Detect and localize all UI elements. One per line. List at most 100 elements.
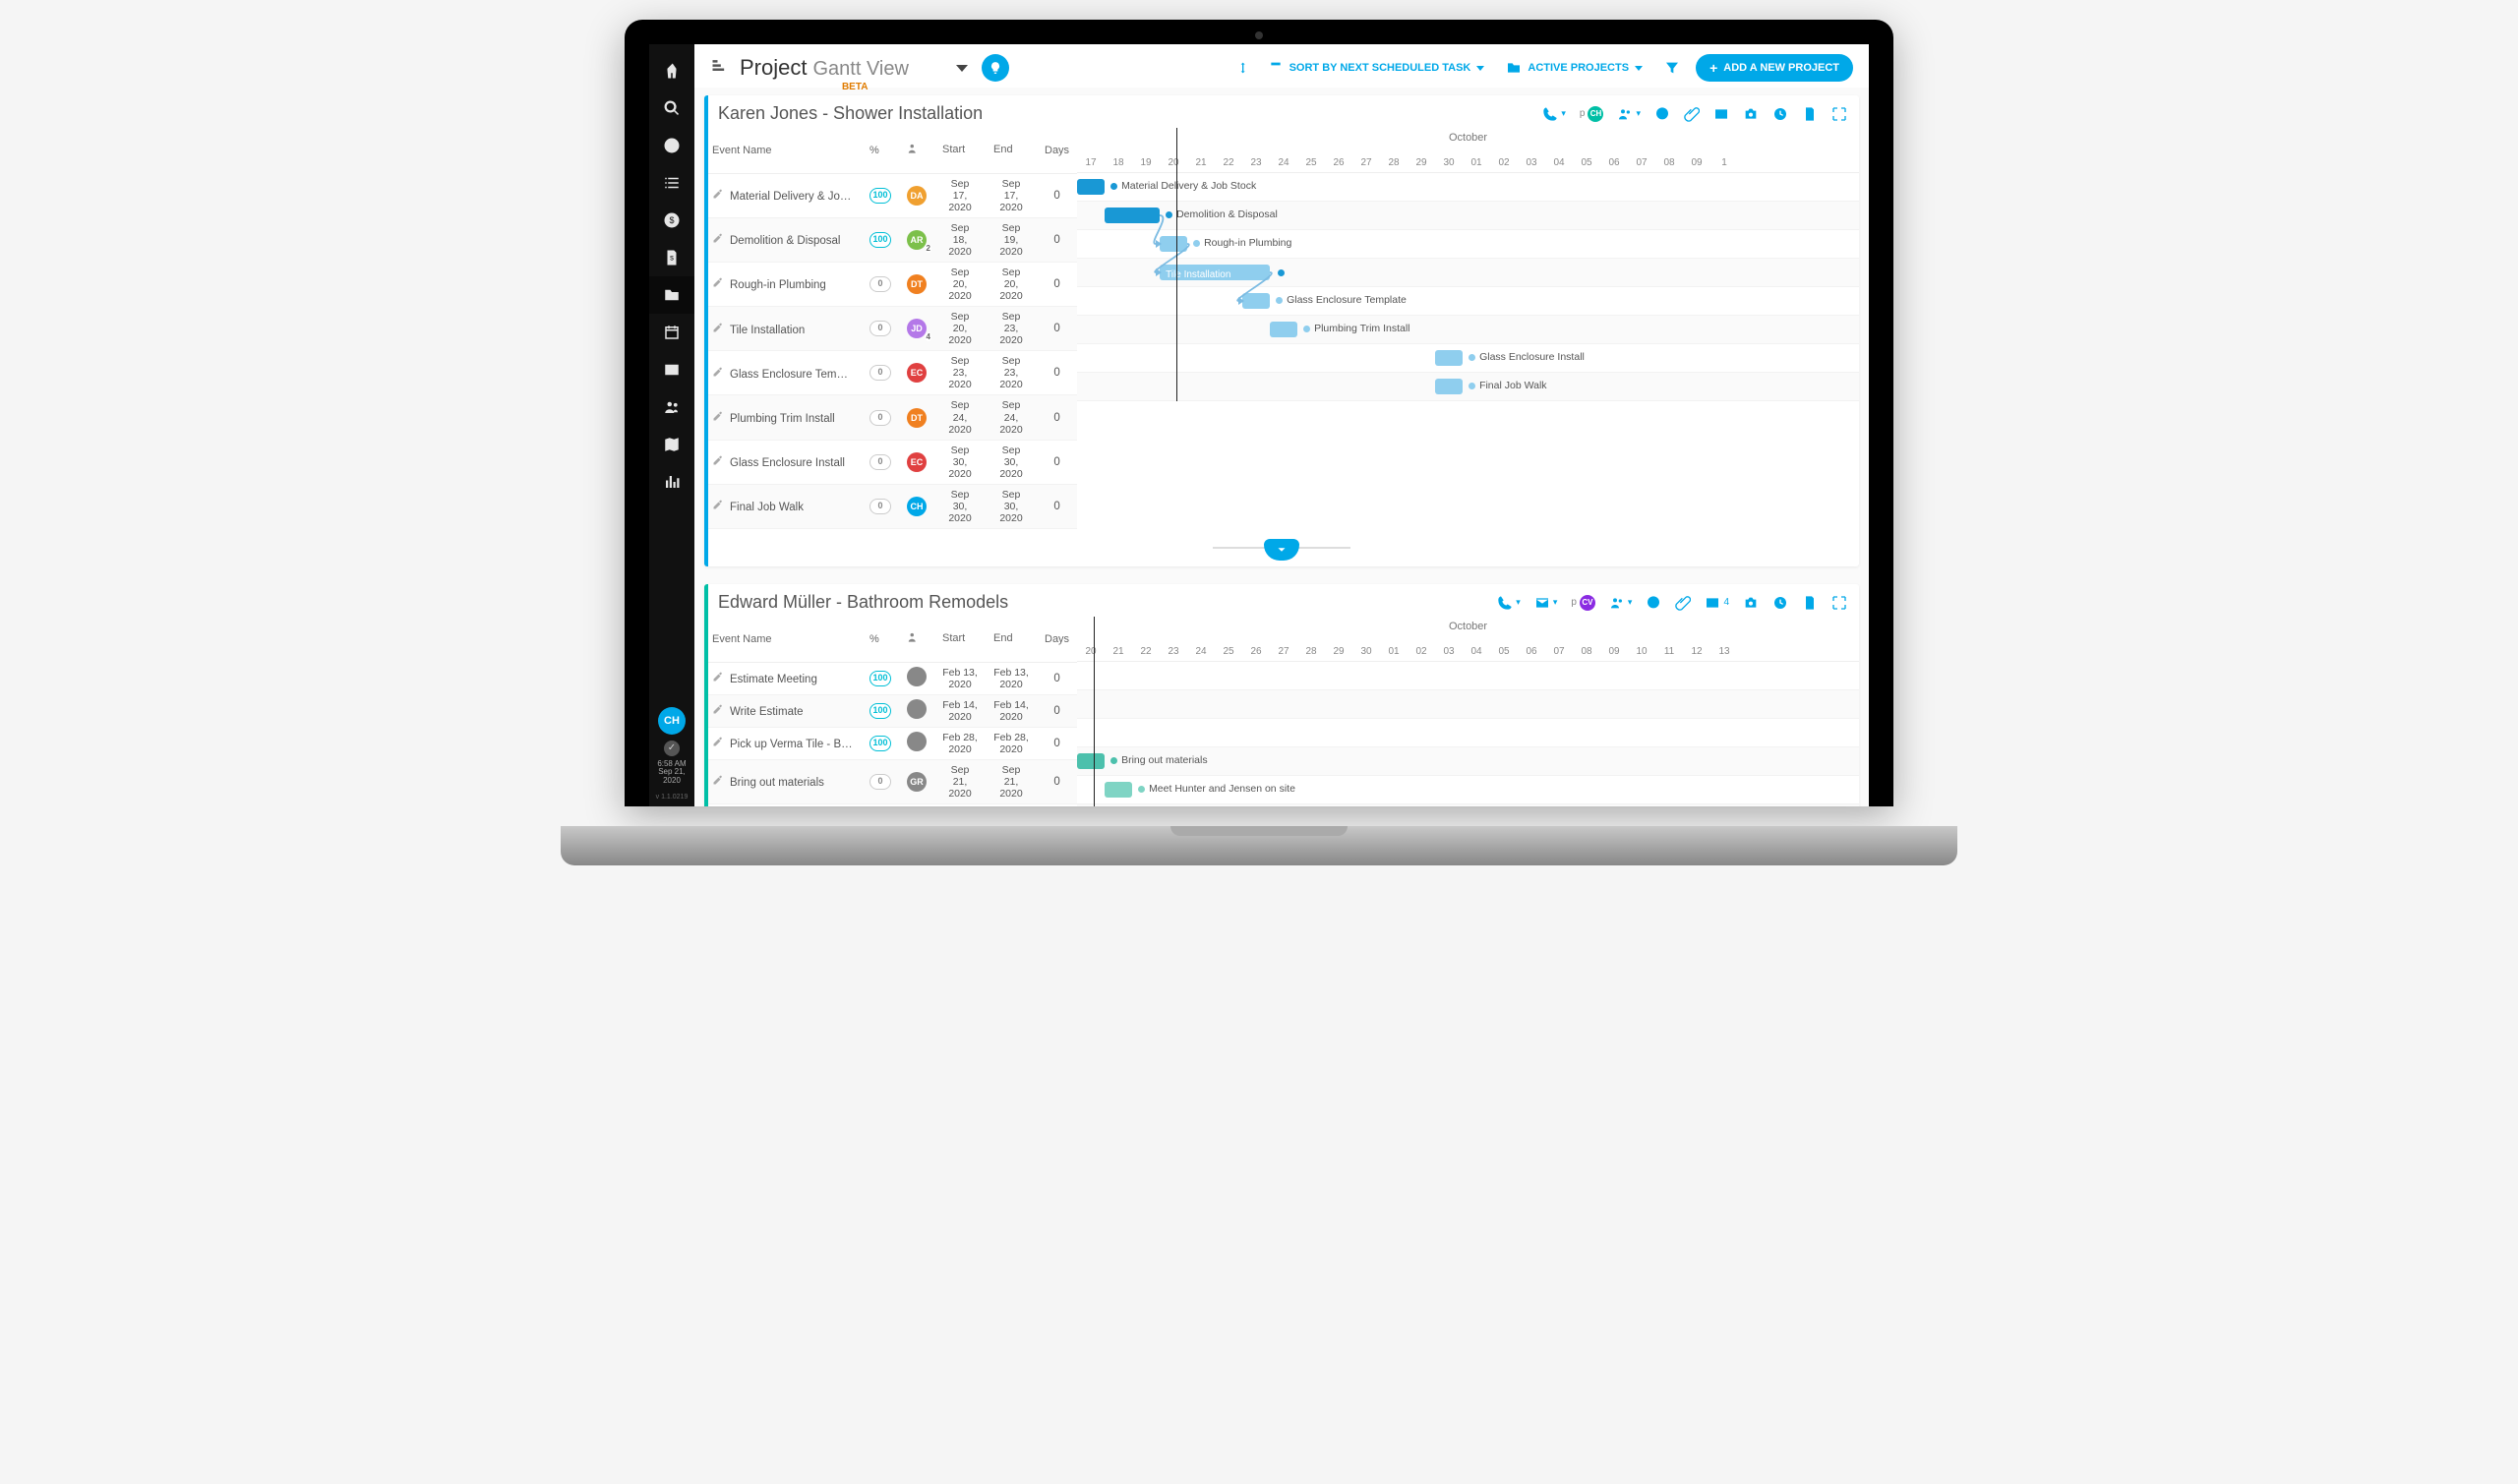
collapse-handle[interactable] [704,529,1859,566]
task-row[interactable]: Glass Enclosure Install 0 EC Sep 30,2020… [704,440,1077,484]
task-row[interactable]: Glass Enclosure Template 0 EC Sep 23,202… [704,351,1077,395]
task-row[interactable]: Estimate Meeting 100 Feb 13,2020 Feb 13,… [704,662,1077,694]
gantt-row[interactable]: Trim kit Install/Caulking/Trash pickup [1077,804,1859,806]
attach-icon[interactable] [1684,106,1700,122]
gantt-row[interactable]: Demolition & Disposal [1077,202,1859,230]
sync-status[interactable] [664,741,680,756]
camera-icon[interactable] [1743,595,1759,611]
task-row[interactable]: Pick up Verma Tile - Bring... 100 Feb 28… [704,727,1077,759]
filter-button[interactable] [1658,56,1686,80]
edit-icon[interactable] [712,232,724,247]
camera-icon[interactable] [1743,106,1759,122]
team-icon[interactable]: ▾ [1617,106,1641,122]
gantt-bar[interactable] [1435,350,1463,366]
hint-button[interactable] [982,54,1009,82]
nav-search[interactable] [649,89,694,127]
time-icon[interactable] [1772,595,1788,611]
nav-projects[interactable] [649,276,694,314]
gantt-row[interactable]: Glass Enclosure Template [1077,287,1859,316]
team-icon[interactable]: ▾ [1609,595,1633,611]
gantt-bar[interactable] [1105,782,1132,798]
edit-icon[interactable] [712,703,724,718]
gantt-row[interactable] [1077,662,1859,690]
mail-icon[interactable]: ▾ [1534,595,1558,611]
task-row[interactable]: Write Estimate 100 Feb 14,2020 Feb 14,20… [704,694,1077,727]
sort-settings-button[interactable] [1225,56,1252,80]
photo-icon[interactable]: 4 [1705,595,1729,611]
view-dropdown[interactable] [956,65,968,72]
gantt-row[interactable]: Meet Hunter and Jensen on site [1077,776,1859,804]
task-row[interactable]: Plumbing Trim Install 0 DT Sep 24,2020 S… [704,395,1077,440]
nav-photos[interactable] [649,351,694,388]
edit-icon[interactable] [712,774,724,789]
gantt-bar[interactable] [1077,179,1105,195]
project-card: Karen Jones - Shower Installation ▾ pCH … [704,95,1859,566]
sidebar: $ $ CH 6:58 AMSep 21, 2020 v 1.1.0219 [649,44,694,806]
sort-dropdown[interactable]: SORT BY NEXT SCHEDULED TASK [1262,56,1491,80]
edit-icon[interactable] [712,276,724,291]
task-row[interactable]: Final Job Walk 0 CH Sep 30,2020 Sep 30,2… [704,484,1077,528]
gantt-bar[interactable] [1242,293,1270,309]
nav-team[interactable] [649,388,694,426]
project-owner[interactable]: pCV [1571,595,1595,611]
task-row[interactable]: Demolition & Disposal 100 AR2 Sep 18,202… [704,217,1077,262]
nav-home[interactable] [649,52,694,89]
edit-icon[interactable] [712,366,724,381]
task-row[interactable]: Rough-in Plumbing 0 DT Sep 20,2020 Sep 2… [704,262,1077,306]
nav-calendar[interactable] [649,314,694,351]
gantt-bar[interactable] [1270,322,1297,337]
gantt-row[interactable]: Rough-in Plumbing [1077,230,1859,259]
edit-icon[interactable] [712,188,724,203]
nav-map[interactable] [649,426,694,463]
gantt-bar[interactable] [1160,236,1187,252]
filter-dropdown[interactable]: ACTIVE PROJECTS [1500,56,1649,80]
gantt-row[interactable] [1077,719,1859,747]
edit-icon[interactable] [712,736,724,750]
nav-money[interactable]: $ [649,202,694,239]
nav-reports[interactable] [649,463,694,501]
edit-icon[interactable] [712,671,724,685]
photo-icon[interactable] [1713,106,1729,122]
phone-icon[interactable]: ▾ [1497,595,1521,611]
attach-icon[interactable] [1675,595,1691,611]
expand-icon[interactable] [1831,595,1847,611]
project-title: Edward Müller - Bathroom Remodels [718,592,1497,613]
gantt-row[interactable]: Glass Enclosure Install [1077,344,1859,373]
project-owner[interactable]: pCH [1580,106,1604,122]
gantt-row[interactable]: Bring out materials [1077,747,1859,776]
add-project-button[interactable]: +ADD A NEW PROJECT [1696,54,1853,82]
doc-icon[interactable] [1802,106,1818,122]
task-row[interactable]: Bring out materials 0 GR Sep 21,2020 Sep… [704,759,1077,803]
gantt-bar[interactable] [1105,208,1160,223]
time-icon[interactable] [1772,106,1788,122]
edit-icon[interactable] [712,410,724,425]
nav-tasks[interactable] [649,164,694,202]
nav-time[interactable] [649,127,694,164]
gantt-row[interactable]: Material Delivery & Job Stock [1077,173,1859,202]
svg-text:$: $ [670,255,674,262]
edit-icon[interactable] [712,454,724,469]
chat-icon[interactable] [1654,106,1670,122]
gantt-row[interactable]: Tile Installation [1077,259,1859,287]
gantt-row[interactable]: Plumbing Trim Install [1077,316,1859,344]
edit-icon[interactable] [712,499,724,513]
clock: 6:58 AMSep 21, 2020 [649,760,694,794]
chat-icon[interactable] [1646,595,1661,611]
svg-text:$: $ [669,215,674,225]
expand-icon[interactable] [1831,106,1847,122]
user-avatar[interactable]: CH [658,707,686,735]
gantt-row[interactable] [1077,690,1859,719]
page-title: Project Gantt View [740,55,909,81]
task-row[interactable]: Meet Hunter and Jensen ... 0 CV Sep 22,2… [704,804,1077,806]
doc-icon[interactable] [1802,595,1818,611]
gantt-bar[interactable] [1435,379,1463,394]
version: v 1.1.0219 [656,794,689,806]
task-row[interactable]: Tile Installation 0 JD4 Sep 20,2020 Sep … [704,307,1077,351]
task-row[interactable]: Material Delivery & Job St... 100 DA Sep… [704,173,1077,217]
phone-icon[interactable]: ▾ [1542,106,1566,122]
edit-icon[interactable] [712,322,724,336]
project-card: Edward Müller - Bathroom Remodels ▾ ▾ pC… [704,584,1859,806]
gantt-bar[interactable] [1077,753,1105,769]
nav-invoices[interactable]: $ [649,239,694,276]
gantt-row[interactable]: Final Job Walk [1077,373,1859,401]
